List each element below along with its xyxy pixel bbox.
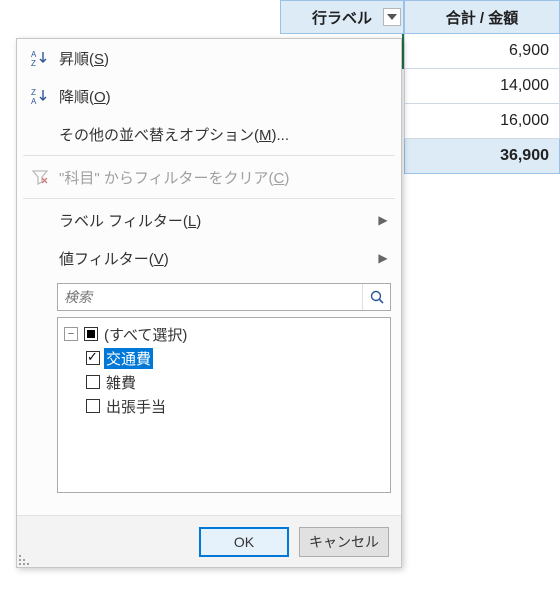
cancel-button[interactable]: キャンセル	[299, 527, 389, 557]
header-spacer	[0, 0, 280, 34]
menu-sort-asc-label: 昇順(S)	[55, 48, 393, 69]
collapse-icon[interactable]: −	[64, 327, 78, 341]
menu-sort-desc[interactable]: ZA 降順(O)	[17, 77, 401, 115]
clear-filter-icon	[25, 168, 55, 186]
header-row-label-cell[interactable]: 行ラベル	[280, 0, 404, 34]
search-icon[interactable]	[362, 284, 390, 310]
svg-text:Z: Z	[31, 88, 36, 97]
filter-menu: AZ 昇順(S) ZA 降順(O) その他の並べ替えオプション(M)... "科…	[16, 38, 402, 568]
svg-text:A: A	[31, 50, 37, 59]
data-cell-total[interactable]: 36,900	[404, 139, 560, 174]
tree-item[interactable]: 交通費	[64, 346, 384, 370]
sort-desc-icon: ZA	[25, 87, 55, 105]
data-cell[interactable]: 14,000	[404, 69, 560, 104]
menu-sort-asc[interactable]: AZ 昇順(S)	[17, 39, 401, 77]
menu-separator	[23, 155, 395, 156]
sheet-header: 行ラベル 合計 / 金額	[0, 0, 560, 34]
svg-text:Z: Z	[31, 59, 36, 67]
search-row	[17, 277, 401, 317]
checkbox-unchecked[interactable]	[86, 399, 100, 413]
menu-label-filter-label: ラベル フィルター(L)	[55, 210, 373, 231]
menu-clear-filter-label: "科目" からフィルターをクリア(C)	[55, 167, 393, 188]
cancel-button-label: キャンセル	[309, 532, 379, 552]
header-row-label-text: 行ラベル	[312, 7, 372, 28]
menu-label-filter[interactable]: ラベル フィルター(L) ▶	[17, 201, 401, 239]
tree-item-label: 交通費	[104, 348, 153, 369]
search-box	[57, 283, 391, 311]
data-column: 6,900 14,000 16,000 36,900	[404, 34, 560, 174]
triangle-down-icon	[387, 14, 397, 20]
filter-dropdown-button[interactable]	[383, 8, 401, 26]
button-bar: OK キャンセル	[17, 515, 401, 567]
data-cell[interactable]: 16,000	[404, 104, 560, 139]
tree-item[interactable]: 雑費	[64, 370, 384, 394]
checkbox-indeterminate[interactable]	[84, 327, 98, 341]
tree-item[interactable]: 出張手当	[64, 394, 384, 418]
tree-select-all[interactable]: − (すべて選択)	[64, 322, 384, 346]
svg-text:A: A	[31, 97, 37, 105]
submenu-arrow-icon: ▶	[373, 213, 393, 227]
resize-grip[interactable]	[19, 553, 31, 565]
submenu-arrow-icon: ▶	[373, 251, 393, 265]
tree-item-label: 出張手当	[104, 396, 168, 417]
menu-more-sort[interactable]: その他の並べ替えオプション(M)...	[17, 115, 401, 153]
menu-value-filter-label: 値フィルター(V)	[55, 248, 373, 269]
header-amount-text: 合計 / 金額	[446, 7, 519, 28]
filter-tree[interactable]: − (すべて選択) 交通費 雑費 出張手当	[57, 317, 391, 493]
tree-item-label: 雑費	[104, 372, 138, 393]
ok-button[interactable]: OK	[199, 527, 289, 557]
sort-asc-icon: AZ	[25, 49, 55, 67]
checkbox-checked[interactable]	[86, 351, 100, 365]
data-cell[interactable]: 6,900	[404, 34, 560, 69]
menu-value-filter[interactable]: 値フィルター(V) ▶	[17, 239, 401, 277]
header-amount-cell[interactable]: 合計 / 金額	[404, 0, 560, 34]
tree-select-all-label: (すべて選択)	[102, 324, 189, 345]
selection-edge	[402, 34, 404, 69]
search-input[interactable]	[58, 284, 362, 310]
menu-more-sort-label: その他の並べ替えオプション(M)...	[55, 124, 393, 145]
menu-sort-desc-label: 降順(O)	[55, 86, 393, 107]
checkbox-unchecked[interactable]	[86, 375, 100, 389]
ok-button-label: OK	[234, 534, 254, 550]
menu-clear-filter: "科目" からフィルターをクリア(C)	[17, 158, 401, 196]
menu-separator	[23, 198, 395, 199]
